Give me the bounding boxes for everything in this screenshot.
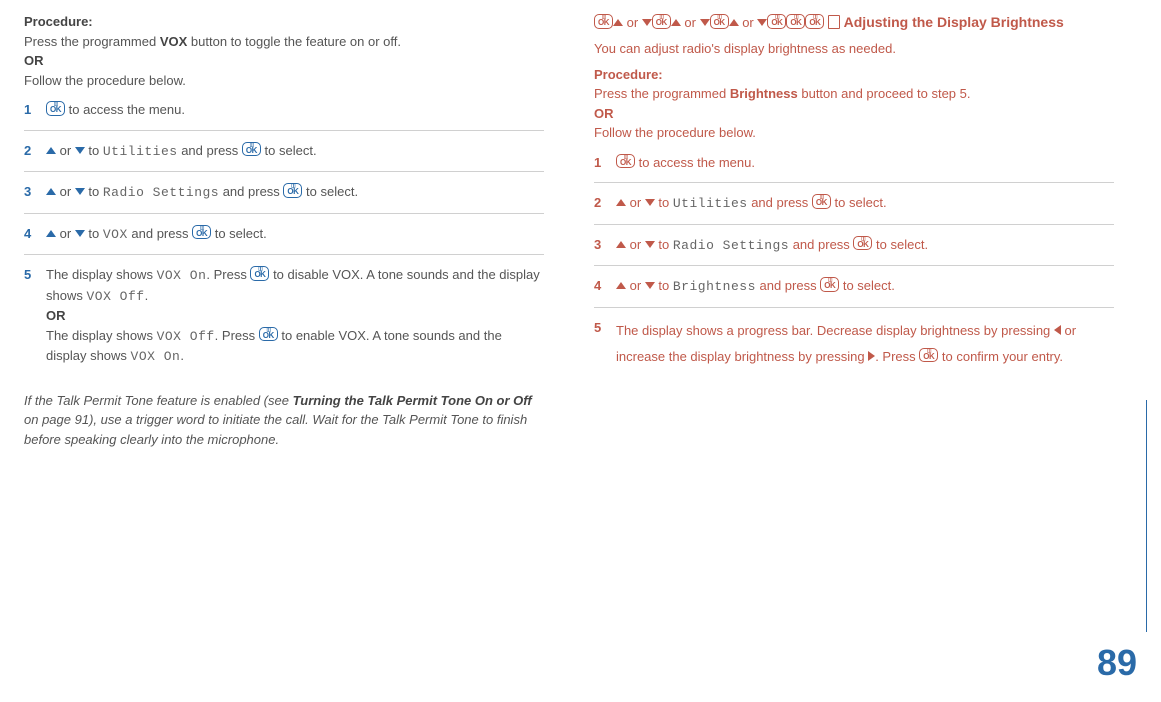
ok-icon: OK	[616, 154, 635, 169]
down-icon	[642, 19, 652, 26]
right-column: OK or OK or OK or OKOKOK Adjusting the D…	[594, 12, 1114, 455]
step-number: 1	[594, 153, 616, 173]
step-number: 2	[594, 193, 616, 214]
menu-text: Utilities	[673, 196, 748, 211]
down-icon	[75, 188, 85, 195]
step-3: 3 or to Radio Settings and press OK to s…	[24, 178, 544, 214]
section-subtitle: You can adjust radio's display brightnes…	[594, 39, 1114, 59]
ok-icon: OK	[812, 194, 831, 209]
page-number: 89	[1097, 636, 1137, 690]
intro-text-2: Follow the procedure below.	[594, 125, 756, 140]
menu-text: VOX	[103, 227, 128, 242]
up-icon	[46, 230, 56, 237]
up-icon	[671, 19, 681, 26]
ok-icon: OK	[805, 14, 824, 29]
or-label: OR	[594, 106, 614, 121]
up-icon	[46, 188, 56, 195]
menu-text: Radio Settings	[673, 238, 789, 253]
step-3: 3 or to Radio Settings and press OK to s…	[594, 231, 1114, 267]
intro-text: Press the programmed Brightness button a…	[594, 86, 971, 101]
up-icon	[613, 19, 623, 26]
step-5: 5 The display shows VOX On. Press OK to …	[24, 261, 544, 377]
procedure-label: Procedure:	[24, 14, 93, 29]
ok-icon: OK	[283, 183, 302, 198]
step-number: 5	[24, 265, 46, 367]
menu-text: Utilities	[103, 144, 178, 159]
step-number: 5	[594, 318, 616, 370]
step-2: 2 or to Utilities and press OK to select…	[594, 189, 1114, 225]
step-number: 4	[24, 224, 46, 245]
ok-icon: OK	[652, 14, 671, 29]
ok-icon: OK	[853, 236, 872, 251]
or-label: OR	[46, 308, 66, 323]
step-2: 2 or to Utilities and press OK to select…	[24, 137, 544, 173]
up-icon	[616, 199, 626, 206]
ok-icon: OK	[259, 327, 278, 342]
step-1: 1 OK to access the menu.	[594, 149, 1114, 184]
ok-icon: OK	[594, 14, 613, 29]
step-5: 5 The display shows a progress bar. Decr…	[594, 314, 1114, 380]
down-icon	[645, 199, 655, 206]
down-icon	[645, 282, 655, 289]
vertical-separator	[1146, 400, 1147, 632]
left-icon	[1054, 325, 1061, 335]
left-column: Procedure: Press the programmed VOX butt…	[24, 12, 544, 455]
down-icon	[700, 19, 710, 26]
step-number: 1	[24, 100, 46, 120]
steps-list: 1 OK to access the menu. 2 or to Utiliti…	[24, 96, 544, 377]
intro-text-2: Follow the procedure below.	[24, 73, 186, 88]
up-icon	[616, 282, 626, 289]
ok-icon: OK	[192, 225, 211, 240]
up-icon	[616, 241, 626, 248]
down-icon	[75, 147, 85, 154]
ok-icon: OK	[786, 14, 805, 29]
step-number: 4	[594, 276, 616, 297]
step-number: 3	[594, 235, 616, 256]
ok-icon: OK	[919, 348, 938, 363]
ok-icon: OK	[820, 277, 839, 292]
step-4: 4 or to VOX and press OK to select.	[24, 220, 544, 256]
menu-text: Radio Settings	[103, 185, 219, 200]
ok-icon: OK	[250, 266, 269, 281]
or-label: OR	[24, 53, 44, 68]
ok-icon: OK	[710, 14, 729, 29]
ok-icon: OK	[242, 142, 261, 157]
section-heading: Adjusting the Display Brightness	[844, 14, 1064, 30]
section-heading-row: OK or OK or OK or OKOKOK Adjusting the D…	[594, 12, 1114, 33]
down-icon	[645, 241, 655, 248]
step-number: 2	[24, 141, 46, 162]
ok-icon: OK	[767, 14, 786, 29]
up-icon	[729, 19, 739, 26]
footnote: If the Talk Permit Tone feature is enabl…	[24, 391, 544, 450]
menu-text: Brightness	[673, 279, 756, 294]
step-1: 1 OK to access the menu.	[24, 96, 544, 131]
down-icon	[757, 19, 767, 26]
procedure-label: Procedure:	[594, 67, 663, 82]
down-icon	[75, 230, 85, 237]
intro-text: Press the programmed VOX button to toggl…	[24, 34, 401, 49]
steps-list: 1 OK to access the menu. 2 or to Utiliti…	[594, 149, 1114, 380]
step-4: 4 or to Brightness and press OK to selec…	[594, 272, 1114, 308]
page-icon	[828, 15, 840, 29]
ok-icon: OK	[46, 101, 65, 116]
up-icon	[46, 147, 56, 154]
step-number: 3	[24, 182, 46, 203]
